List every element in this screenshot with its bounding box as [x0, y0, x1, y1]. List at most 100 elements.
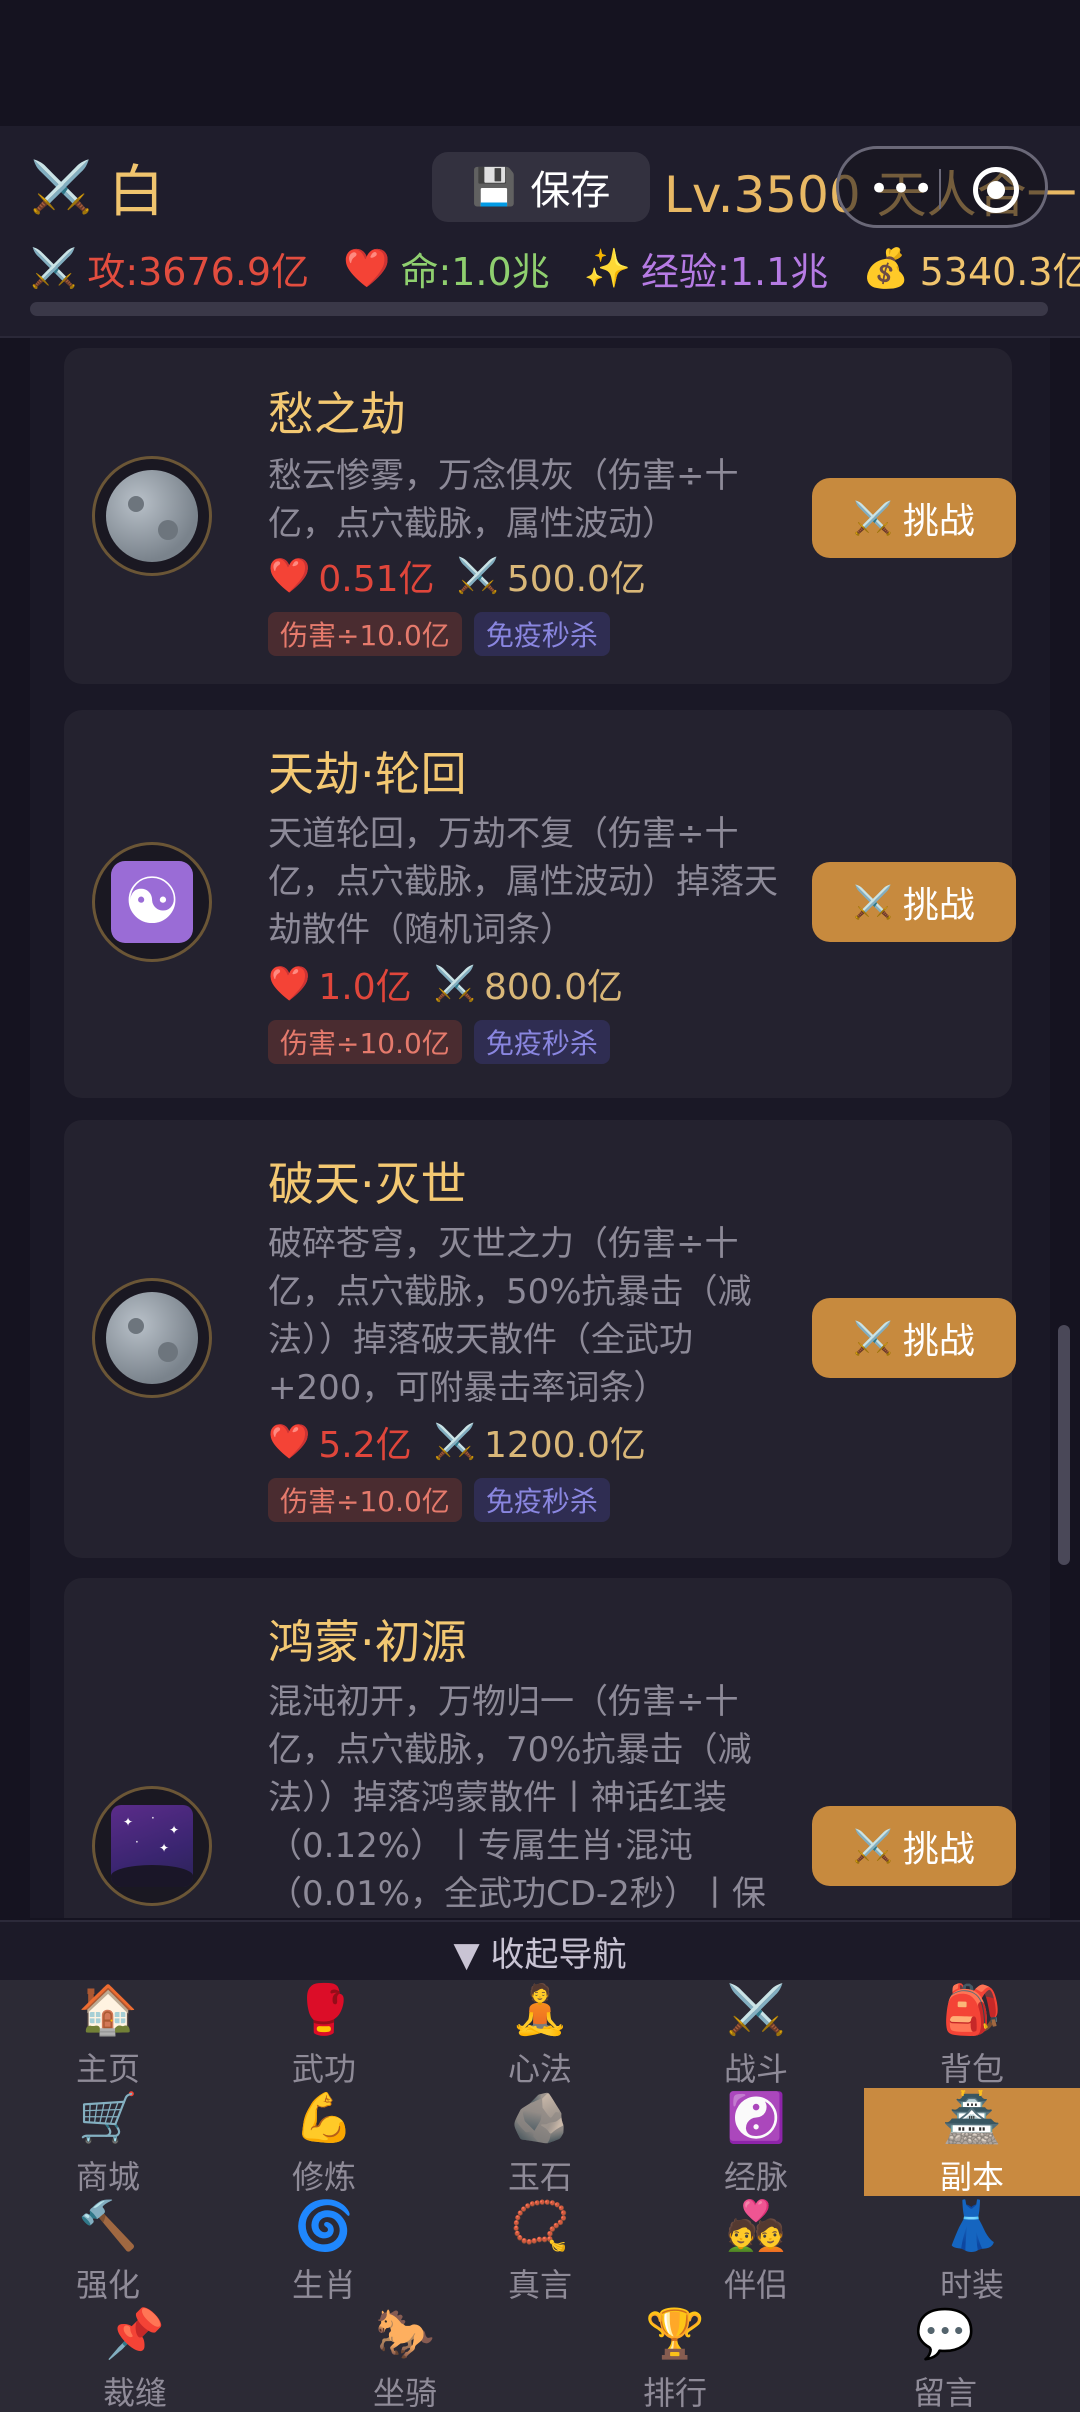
heart-icon: ❤️	[268, 1422, 311, 1462]
boss-hp: ❤️ 0.51亿	[268, 550, 435, 602]
nav-shop[interactable]: 🛒 商城	[0, 2088, 216, 2196]
challenge-button[interactable]: ⚔️ 挑战	[812, 862, 1016, 942]
nav-cultivation[interactable]: 💪 修炼	[216, 2088, 432, 2196]
damage-reduction-tag: 伤害÷10.0亿	[268, 1020, 462, 1064]
status-bar-area	[0, 0, 1080, 126]
nav-fashion[interactable]: 👗 时装	[864, 2196, 1080, 2304]
nav-home[interactable]: 🏠 主页	[0, 1980, 216, 2088]
nav-mantra[interactable]: 📿 真言	[432, 2196, 648, 2304]
dungeon-avatar	[92, 456, 212, 576]
crossed-swords-icon: ⚔️	[433, 964, 476, 1004]
yin-yang-icon: ☯️	[726, 2090, 786, 2146]
dungeon-description: 混沌初开，万物归一（伤害÷十亿，点穴截脉，70%抗暴击（减法））掉落鸿蒙散件丨神…	[268, 1682, 766, 1914]
nav-label: 裁缝	[102, 2374, 167, 2412]
collapse-nav-button[interactable]: ▼ 收起导航	[0, 1920, 1080, 1980]
nav-label: 玉石	[507, 2158, 572, 2196]
horse-icon: 🐎	[375, 2306, 435, 2362]
player-name-text: 白	[108, 159, 165, 225]
nav-label: 主页	[75, 2050, 140, 2088]
boss-attack: ⚔️ 800.0亿	[434, 958, 623, 1010]
nav-tailor[interactable]: 📌 裁缝	[0, 2304, 270, 2412]
nav-label: 时装	[939, 2266, 1004, 2304]
boss-hp: ❤️ 5.2亿	[268, 1416, 412, 1468]
backpack-icon: 🎒	[942, 1982, 1002, 2038]
sparkles-icon: ✨	[583, 245, 632, 290]
challenge-button[interactable]: ⚔️ 挑战	[812, 1298, 1016, 1378]
immune-tag: 免疫秒杀	[473, 612, 610, 656]
pushpin-icon: 📌	[105, 2306, 165, 2362]
nav-backpack[interactable]: 🎒 背包	[864, 1980, 1080, 2088]
nav-label: 坐骑	[372, 2374, 437, 2412]
experience-bar	[30, 302, 1048, 316]
close-target-icon[interactable]	[973, 167, 1019, 213]
gold-stat: 💰 5340.3亿	[862, 241, 1080, 296]
more-icon[interactable]: •••	[869, 169, 935, 209]
nav-mount[interactable]: 🐎 坐骑	[270, 2304, 540, 2412]
nav-ranking[interactable]: 🏆 排行	[540, 2304, 810, 2412]
boss-hp-value: 5.2亿	[318, 1425, 412, 1466]
nav-mind-method[interactable]: 🧘 心法	[432, 1980, 648, 2088]
heart-icon: ❤️	[343, 245, 391, 290]
boss-hp-value: 0.51亿	[318, 559, 435, 600]
shopping-cart-icon: 🛒	[78, 2090, 138, 2146]
damage-reduction-tag: 伤害÷10.0亿	[268, 612, 462, 656]
capsule-divider	[939, 169, 941, 209]
boss-attack-value: 500.0亿	[506, 559, 646, 600]
nav-label: 强化	[75, 2266, 140, 2304]
nav-jade[interactable]: 🪨 玉石	[432, 2088, 648, 2196]
nav-zodiac[interactable]: 🌀 生肖	[216, 2196, 432, 2304]
floppy-disk-icon: 💾	[471, 167, 517, 208]
dungeon-title: 破天·灭世	[268, 1157, 467, 1211]
boss-attack: ⚔️ 500.0亿	[457, 550, 646, 602]
boss-attack: ⚔️ 1200.0亿	[434, 1416, 646, 1468]
nav-label: 背包	[939, 2050, 1004, 2088]
dungeon-tags: 伤害÷10.0亿 免疫秒杀	[268, 1020, 622, 1064]
crossed-swords-icon: ⚔️	[853, 1827, 893, 1865]
cyclone-icon: 🌀	[294, 2198, 354, 2254]
miniprogram-capsule[interactable]: •••	[836, 146, 1048, 228]
boss-hp: ❤️ 1.0亿	[268, 958, 412, 1010]
challenge-button[interactable]: ⚔️ 挑战	[812, 478, 1016, 558]
milky-way-icon: ✦ · ✦ · ✦	[111, 1805, 193, 1887]
nav-meridians[interactable]: ☯️ 经脉	[648, 2088, 864, 2196]
nav-partner[interactable]: 💑 伴侣	[648, 2196, 864, 2304]
challenge-label: 挑战	[902, 1829, 975, 1870]
crossed-swords-icon: ⚔️	[853, 883, 893, 921]
hammer-icon: 🔨	[78, 2198, 138, 2254]
crossed-swords-icon: ⚔️	[456, 556, 499, 596]
dungeon-card: ✦ · ✦ · ✦ 鸿蒙·初源 混沌初开，万物归一（伤害÷十亿，点穴截脉，70%…	[64, 1578, 1016, 1918]
moon-icon	[106, 470, 198, 562]
money-bag-icon: 💰	[862, 245, 910, 290]
nav-enhance[interactable]: 🔨 强化	[0, 2196, 216, 2304]
gold-value: 5340.3亿	[919, 249, 1080, 294]
boss-attack-value: 1200.0亿	[483, 1425, 646, 1466]
dungeon-list[interactable]: 愁之劫 愁云惨雾，万念俱灰（伤害÷十亿，点穴截脉，属性波动） ❤️ 0.51亿 …	[30, 338, 1050, 1918]
immune-tag: 免疫秒杀	[473, 1478, 610, 1522]
dungeon-stats: ❤️ 1.0亿 ⚔️ 800.0亿	[268, 960, 623, 1008]
nav-battle[interactable]: ⚔️ 战斗	[648, 1980, 864, 2088]
attack-stat: ⚔️ 攻:3676.9亿	[30, 241, 309, 296]
nav-dungeon[interactable]: 🏯 副本	[864, 2088, 1080, 2196]
save-button[interactable]: 💾 保存	[432, 152, 650, 222]
player-name: ⚔️ 白	[30, 152, 164, 225]
dungeon-tags: 伤害÷10.0亿 免疫秒杀	[268, 1478, 622, 1522]
damage-reduction-tag: 伤害÷10.0亿	[268, 1478, 462, 1522]
scrollbar[interactable]	[1058, 1325, 1070, 1565]
nav-label: 真言	[507, 2266, 572, 2304]
challenge-label: 挑战	[902, 885, 975, 926]
heart-icon: ❤️	[268, 964, 311, 1004]
nav-martial-arts[interactable]: 🥊 武功	[216, 1980, 432, 2088]
dungeon-avatar	[92, 1278, 212, 1398]
challenge-button[interactable]: ⚔️ 挑战	[812, 1806, 1016, 1886]
flexed-biceps-icon: 💪	[294, 2090, 354, 2146]
dungeon-card: 愁之劫 愁云惨雾，万念俱灰（伤害÷十亿，点穴截脉，属性波动） ❤️ 0.51亿 …	[64, 348, 1016, 684]
nav-label: 商城	[75, 2158, 140, 2196]
nav-label: 战斗	[723, 2050, 788, 2088]
dungeon-stats: ❤️ 0.51亿 ⚔️ 500.0亿	[268, 552, 646, 600]
dungeon-title: 天劫·轮回	[268, 747, 467, 801]
nav-label: 副本	[939, 2158, 1004, 2196]
nav-message[interactable]: 💬 留言	[810, 2304, 1080, 2412]
challenge-label: 挑战	[902, 1321, 975, 1362]
nav-label: 排行	[642, 2374, 707, 2412]
crossed-swords-icon: ⚔️	[853, 499, 893, 537]
